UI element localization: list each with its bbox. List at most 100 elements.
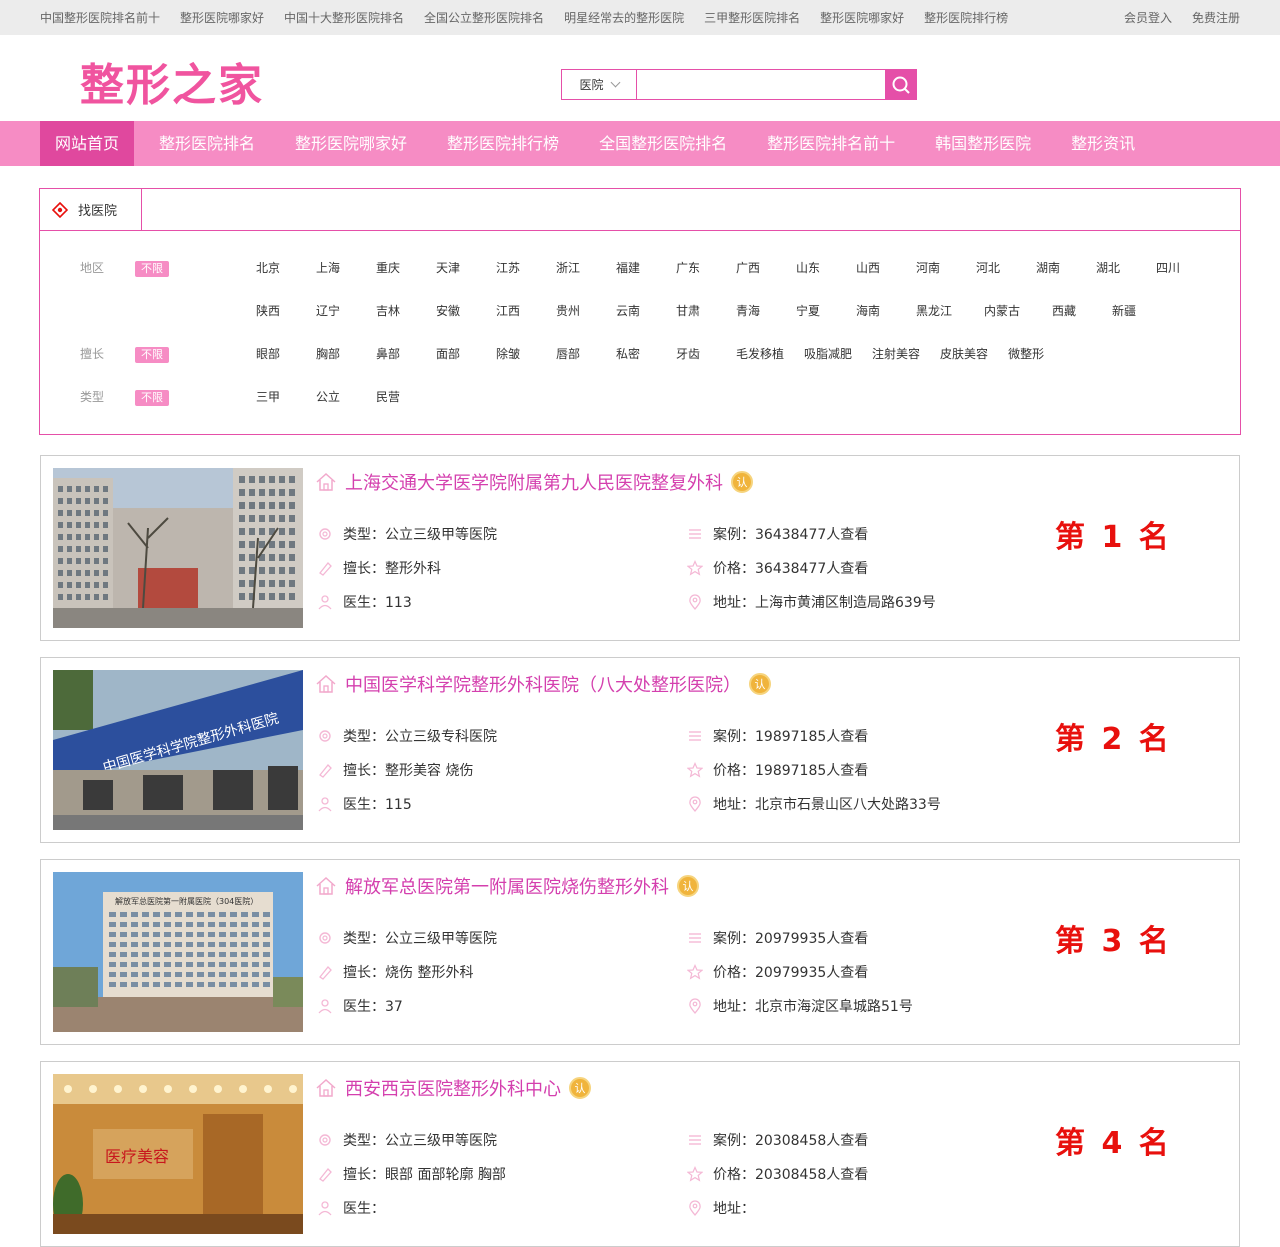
filter-option[interactable]: 山东 bbox=[796, 247, 856, 290]
filter-option[interactable]: 牙齿 bbox=[676, 333, 736, 376]
filter-option[interactable]: 广东 bbox=[676, 247, 736, 290]
filter-option[interactable]: 内蒙古 bbox=[984, 290, 1052, 333]
filter-option[interactable]: 北京 bbox=[256, 247, 316, 290]
top-bar: 中国整形医院排名前十 整形医院哪家好 中国十大整形医院排名 全国公立整形医院排名… bbox=[0, 0, 1280, 35]
user-icon bbox=[317, 998, 333, 1014]
top-link[interactable]: 整形医院排行榜 bbox=[924, 9, 1008, 26]
filter-option[interactable]: 甘肃 bbox=[676, 290, 736, 333]
filter-option[interactable]: 唇部 bbox=[556, 333, 616, 376]
filter-option[interactable]: 云南 bbox=[616, 290, 676, 333]
hospital-photo[interactable]: 医疗美容 bbox=[53, 1074, 303, 1234]
filter-option[interactable]: 宁夏 bbox=[796, 290, 856, 333]
hospital-name[interactable]: 解放军总医院第一附属医院烧伤整形外科 bbox=[345, 873, 669, 899]
nav-item[interactable]: 韩国整形医院 bbox=[920, 121, 1046, 166]
top-link[interactable]: 三甲整形医院排名 bbox=[704, 9, 800, 26]
filter-option[interactable]: 吉林 bbox=[376, 290, 436, 333]
filter-option[interactable]: 重庆 bbox=[376, 247, 436, 290]
hospital-photo[interactable] bbox=[53, 468, 303, 628]
filter-option[interactable]: 海南 bbox=[856, 290, 916, 333]
filter-option[interactable]: 广西 bbox=[736, 247, 796, 290]
register-link[interactable]: 免费注册 bbox=[1192, 9, 1240, 26]
nav-item[interactable]: 整形资讯 bbox=[1056, 121, 1150, 166]
filter-option[interactable]: 三甲 bbox=[256, 376, 316, 419]
photo-caption: 医疗美容 bbox=[105, 1147, 169, 1166]
star-icon bbox=[687, 762, 703, 778]
tab-find-hospital[interactable]: 找医院 bbox=[40, 189, 142, 230]
filter-option[interactable]: 贵州 bbox=[556, 290, 616, 333]
filter-option[interactable]: 民营 bbox=[376, 376, 436, 419]
hospital-name[interactable]: 上海交通大学医学院附属第九人民医院整复外科 bbox=[345, 469, 723, 495]
filter-option[interactable]: 湖南 bbox=[1036, 247, 1096, 290]
hospital-photo[interactable]: 中国医学科学院整形外科医院 bbox=[53, 670, 303, 830]
filter-option[interactable]: 河南 bbox=[916, 247, 976, 290]
filter-all-tag[interactable]: 不限 bbox=[135, 261, 169, 277]
top-link[interactable]: 整形医院哪家好 bbox=[180, 9, 264, 26]
filter-all-tag[interactable]: 不限 bbox=[135, 347, 169, 363]
hospital-cases: 案例：20308458人查看 bbox=[713, 1133, 869, 1149]
filter-all-tag[interactable]: 不限 bbox=[135, 390, 169, 406]
hospital-name[interactable]: 西安西京医院整形外科中心 bbox=[345, 1075, 561, 1101]
filter-option[interactable]: 胸部 bbox=[316, 333, 376, 376]
filter-option[interactable]: 山西 bbox=[856, 247, 916, 290]
filter-option[interactable]: 皮肤美容 bbox=[940, 333, 1008, 376]
filter-option[interactable]: 注射美容 bbox=[872, 333, 940, 376]
top-link[interactable]: 中国整形医院排名前十 bbox=[40, 9, 160, 26]
filter-option[interactable]: 黑龙江 bbox=[916, 290, 984, 333]
filter-option[interactable]: 江西 bbox=[496, 290, 556, 333]
location-icon bbox=[687, 796, 703, 812]
filter-option[interactable]: 西藏 bbox=[1052, 290, 1112, 333]
filter-option[interactable]: 福建 bbox=[616, 247, 676, 290]
site-logo[interactable]: 整形之家 bbox=[80, 49, 264, 113]
nav-item-home[interactable]: 网站首页 bbox=[40, 121, 135, 166]
nav-item[interactable]: 全国整形医院排名 bbox=[584, 121, 742, 166]
filter-option[interactable]: 湖北 bbox=[1096, 247, 1156, 290]
filter-option[interactable]: 河北 bbox=[976, 247, 1036, 290]
nav-item[interactable]: 整形医院排行榜 bbox=[432, 121, 574, 166]
user-icon bbox=[317, 594, 333, 610]
filter-option[interactable]: 吸脂减肥 bbox=[804, 333, 872, 376]
filter-option[interactable]: 鼻部 bbox=[376, 333, 436, 376]
filter-option[interactable]: 青海 bbox=[736, 290, 796, 333]
hospital-name[interactable]: 中国医学科学院整形外科医院（八大处整形医院） bbox=[345, 671, 741, 697]
top-link[interactable]: 明星经常去的整形医院 bbox=[564, 9, 684, 26]
filter-option[interactable]: 安徽 bbox=[436, 290, 496, 333]
filter-option[interactable]: 公立 bbox=[316, 376, 376, 419]
hospital-photo[interactable]: 解放军总医院第一附属医院（304医院） bbox=[53, 872, 303, 1032]
list-icon bbox=[687, 1132, 703, 1148]
filter-option[interactable]: 除皱 bbox=[496, 333, 556, 376]
nav-item[interactable]: 整形医院哪家好 bbox=[280, 121, 422, 166]
area-options: 北京 上海 重庆 天津 江苏 浙江 福建 广东 广西 山东 山西 河南 河北 湖南 湖北 四川陕西 辽宁 吉林 安徽… bbox=[256, 247, 1240, 333]
search-input[interactable] bbox=[637, 70, 885, 99]
top-link[interactable]: 全国公立整形医院排名 bbox=[424, 9, 544, 26]
hospital-price: 价格：36438477人查看 bbox=[713, 561, 869, 577]
top-link[interactable]: 整形医院哪家好 bbox=[820, 9, 904, 26]
filter-option[interactable]: 新疆 bbox=[1112, 290, 1172, 333]
filter-option[interactable]: 私密 bbox=[616, 333, 676, 376]
top-link[interactable]: 中国十大整形医院排名 bbox=[284, 9, 404, 26]
hospital-cases: 案例：19897185人查看 bbox=[713, 729, 869, 745]
filter-option[interactable]: 陕西 bbox=[256, 290, 316, 333]
filter-option[interactable]: 毛发移植 bbox=[736, 333, 804, 376]
filter-option[interactable]: 辽宁 bbox=[316, 290, 376, 333]
gear-icon bbox=[317, 728, 333, 744]
filter-option[interactable]: 面部 bbox=[436, 333, 496, 376]
login-link[interactable]: 会员登入 bbox=[1124, 9, 1172, 26]
gear-icon bbox=[317, 1132, 333, 1148]
search-type-select[interactable]: 医院 bbox=[562, 70, 637, 99]
filter-row-spec: 擅长 不限 眼部 胸部 鼻部 面部 除皱 唇部 私密 牙齿 毛发移植 吸脂减肥 注射美容 皮肤美容 微整… bbox=[40, 333, 1240, 376]
filter-option[interactable]: 天津 bbox=[436, 247, 496, 290]
nav-item[interactable]: 整形医院排名 bbox=[144, 121, 270, 166]
filter-option[interactable]: 江苏 bbox=[496, 247, 556, 290]
filter-option[interactable]: 浙江 bbox=[556, 247, 616, 290]
main-nav: 网站首页 整形医院排名 整形医院哪家好 整形医院排行榜 全国整形医院排名 整形医… bbox=[0, 121, 1280, 166]
nav-item[interactable]: 整形医院排名前十 bbox=[752, 121, 910, 166]
gear-icon bbox=[317, 930, 333, 946]
hospital-address: 地址：北京市海淀区阜城路51号 bbox=[713, 999, 913, 1015]
filter-option[interactable]: 微整形 bbox=[1008, 333, 1068, 376]
home-icon bbox=[316, 876, 336, 895]
filter-option[interactable]: 上海 bbox=[316, 247, 376, 290]
search-button[interactable] bbox=[885, 69, 917, 100]
filter-option[interactable]: 眼部 bbox=[256, 333, 316, 376]
certified-badge: 认 bbox=[731, 471, 753, 493]
filter-option[interactable]: 四川 bbox=[1156, 247, 1216, 290]
